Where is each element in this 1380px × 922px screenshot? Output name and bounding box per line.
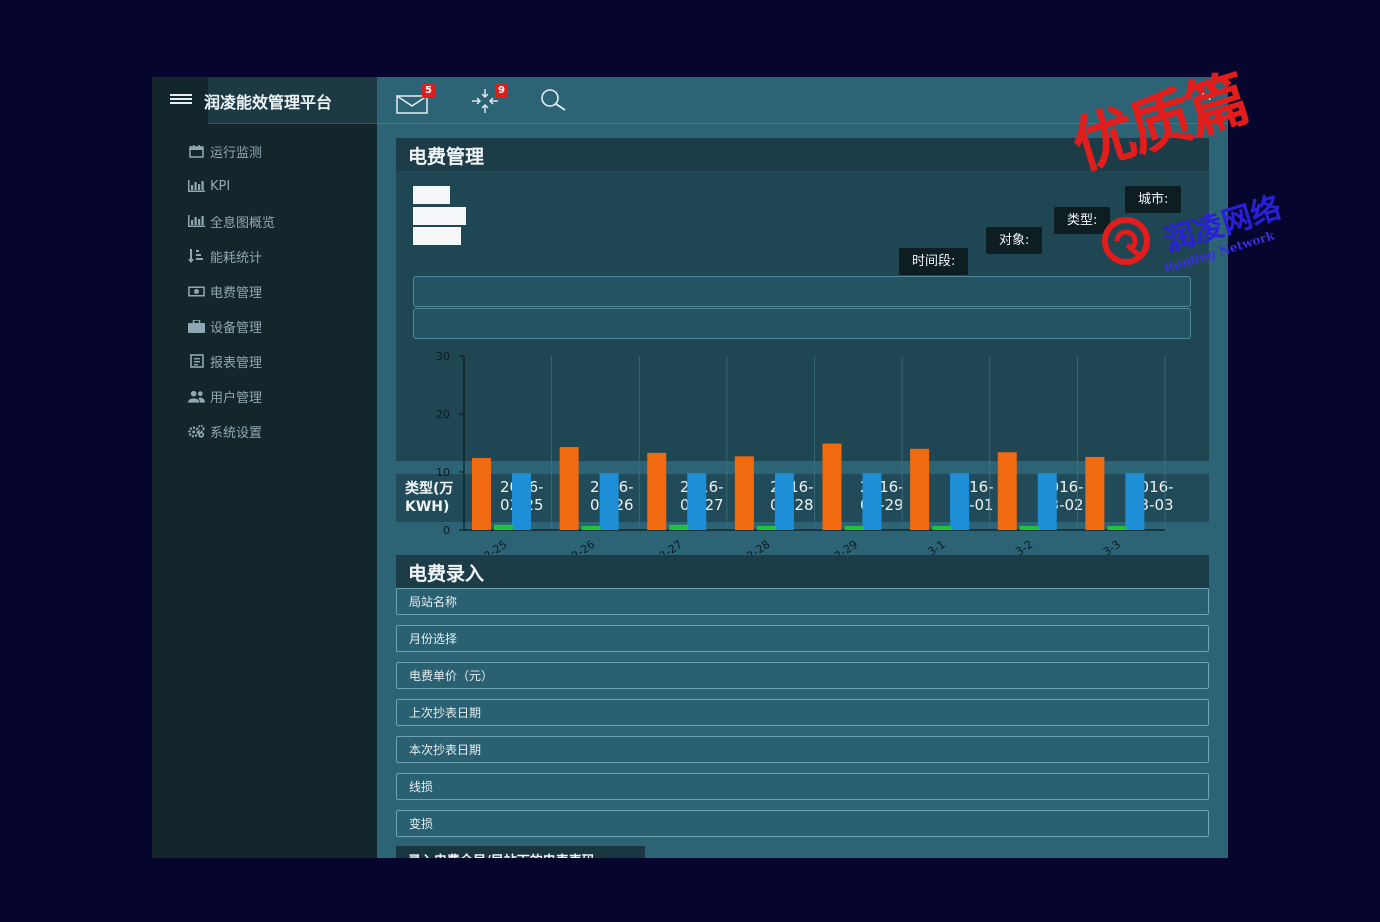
bar [1037, 473, 1057, 530]
bar [862, 473, 882, 530]
bar [950, 473, 970, 530]
entry-panel-header: 电费录入 [396, 555, 1209, 588]
field-label: 月份选择 [409, 632, 458, 646]
bar [1019, 525, 1039, 530]
bar [997, 452, 1017, 530]
unit-price-field[interactable]: 电费单价（元） [396, 662, 1209, 689]
stamp-headline: 优质篇 [1064, 61, 1255, 184]
bar [1085, 456, 1105, 530]
watermark-stamp: 优质篇 润凌网络 Runling Network [1060, 62, 1310, 280]
bar [822, 443, 842, 530]
last-reading-date-field[interactable]: 上次抄表日期 [396, 699, 1209, 726]
bar [669, 524, 689, 530]
bar [599, 473, 619, 530]
bar [910, 448, 930, 530]
y-tick-label: 0 [443, 524, 450, 537]
y-tick-label: 10 [436, 466, 450, 479]
bar [512, 473, 531, 530]
current-reading-date-field[interactable]: 本次抄表日期 [396, 736, 1209, 763]
bar [844, 525, 864, 530]
runling-logo-icon [1102, 217, 1150, 265]
bar [494, 524, 513, 530]
transformer-loss-field[interactable]: 变损 [396, 810, 1209, 837]
bar [581, 525, 601, 530]
bar [932, 525, 952, 530]
field-label: 线损 [409, 780, 434, 794]
field-label: 局站名称 [409, 595, 458, 609]
field-label: 本次抄表日期 [409, 743, 482, 757]
bar [472, 458, 491, 530]
bar [774, 473, 794, 530]
button-label: 录入电费全局/局站下的电表表码 [408, 850, 595, 858]
field-label: 电费单价（元） [409, 669, 494, 683]
field-label: 变损 [409, 817, 434, 831]
bar [756, 526, 776, 530]
bar [1125, 473, 1145, 530]
month-select-field[interactable]: 月份选择 [396, 625, 1209, 652]
y-tick-label: 30 [436, 350, 450, 363]
bar [559, 447, 579, 530]
meter-entry-button[interactable]: 录入电费全局/局站下的电表表码 [396, 846, 645, 858]
field-label: 上次抄表日期 [409, 706, 482, 720]
line-loss-field[interactable]: 线损 [396, 773, 1209, 800]
bar [687, 473, 707, 530]
panel-title: 电费录入 [408, 563, 485, 585]
bar [734, 456, 754, 530]
station-name-field[interactable]: 局站名称 [396, 588, 1209, 615]
bar [647, 452, 667, 530]
bar [1107, 526, 1127, 530]
y-tick-label: 20 [436, 408, 450, 421]
